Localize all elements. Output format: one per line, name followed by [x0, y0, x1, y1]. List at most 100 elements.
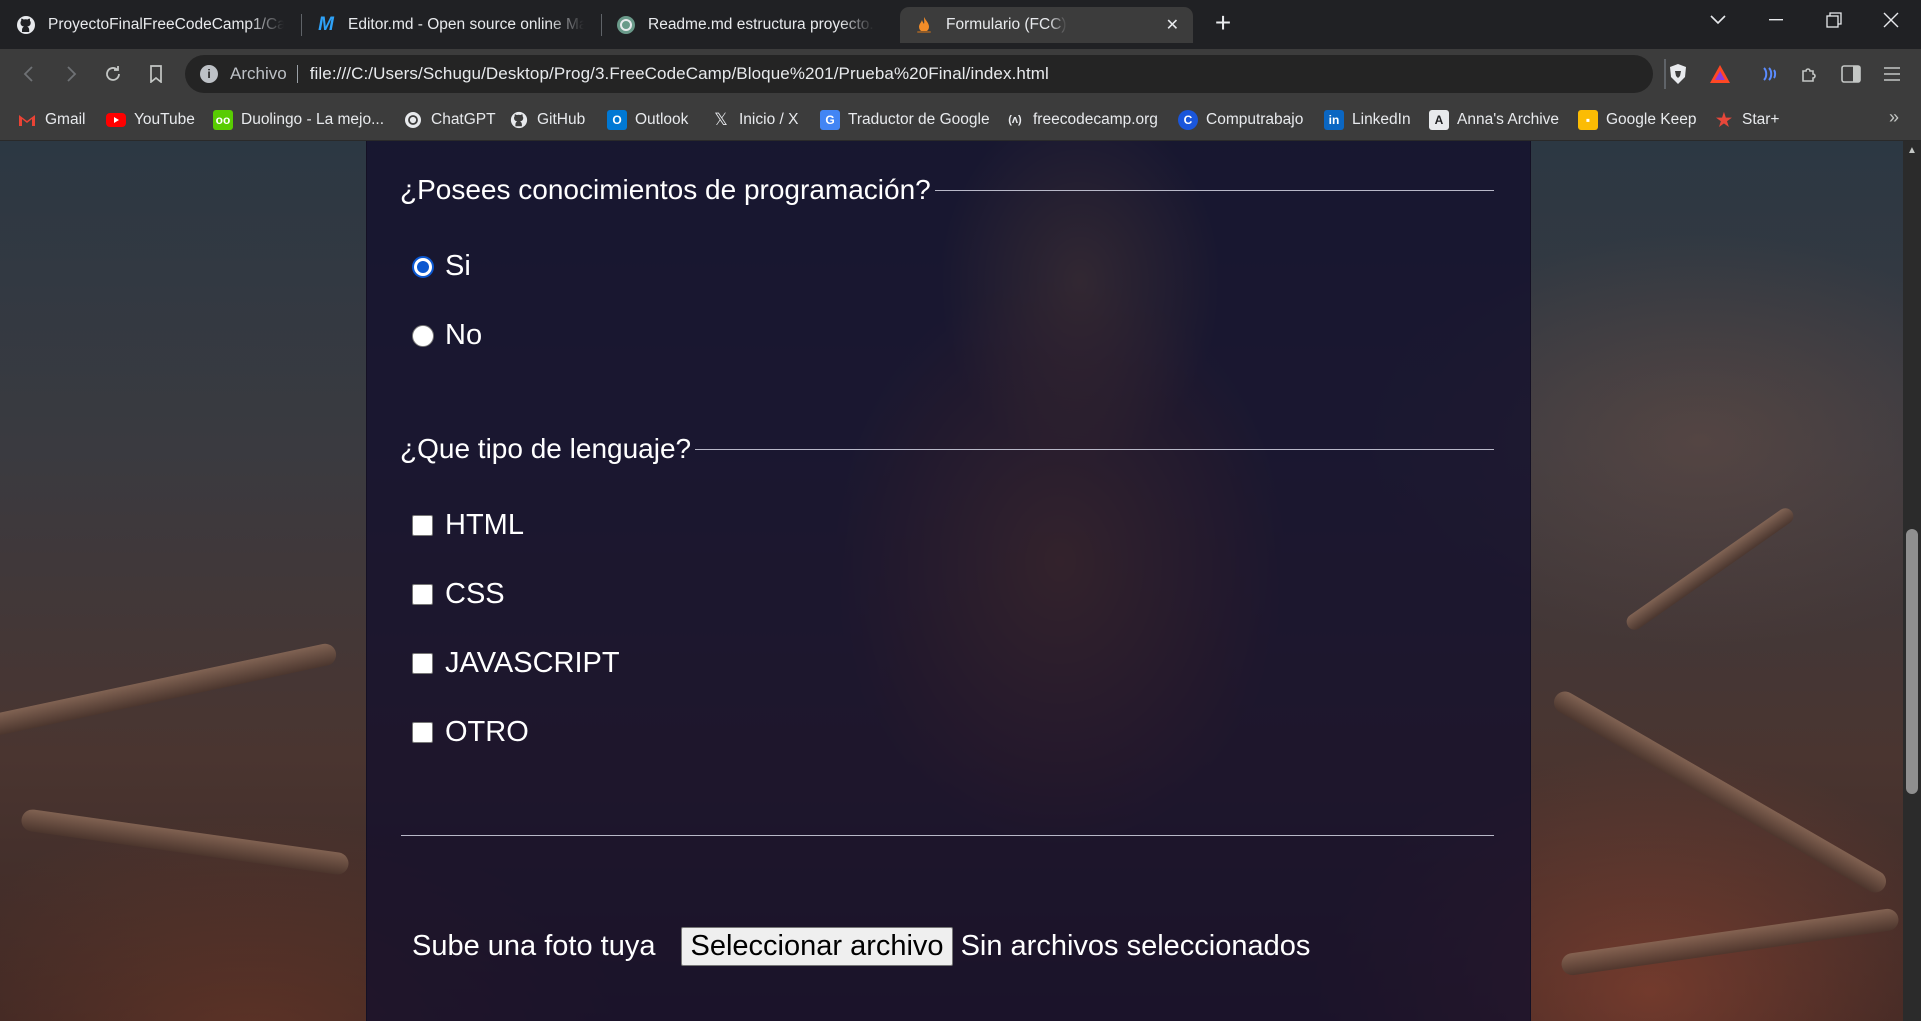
github-icon	[16, 15, 36, 35]
tab-search-icon[interactable]	[1690, 0, 1746, 40]
bookmark-google-translate[interactable]: G Traductor de Google	[820, 107, 990, 133]
brave-rewards-icon[interactable]	[1707, 61, 1733, 87]
checkbox-label-css: CSS	[445, 578, 505, 610]
bookmark-google-keep[interactable]: ▪ Google Keep	[1578, 107, 1697, 133]
google-translate-icon: G	[820, 110, 840, 130]
checkbox-option-css[interactable]: CSS	[412, 578, 505, 611]
chatgpt-icon	[403, 110, 423, 130]
tab-title: ProyectoFinalFreeCodeCamp1/Captu	[48, 16, 284, 33]
tab-formulario-active[interactable]: Formulario (FCC) ✕	[900, 7, 1193, 43]
section-divider	[401, 835, 1494, 836]
bookmark-computrabajo[interactable]: C Computrabajo	[1178, 107, 1303, 133]
checkbox-html[interactable]	[412, 515, 433, 536]
checkbox-option-javascript[interactable]: JAVASCRIPT	[412, 647, 620, 680]
toolbar: i Archivo file:///C:/Users/Schugu/Deskto…	[0, 49, 1921, 99]
radio-option-si[interactable]: Si	[412, 250, 471, 283]
restore-icon[interactable]	[1806, 0, 1862, 40]
programming-question: ¿Posees conocimientos de programación?	[400, 174, 931, 205]
background-log	[0, 641, 339, 743]
computrabajo-icon: C	[1178, 110, 1198, 130]
bookmark-label: Gmail	[45, 111, 86, 128]
radio-label-si: Si	[445, 250, 471, 282]
bookmark-star-plus[interactable]: ★ Star+	[1714, 107, 1780, 133]
checkbox-option-html[interactable]: HTML	[412, 509, 524, 542]
url-text[interactable]: file:///C:/Users/Schugu/Desktop/Prog/3.F…	[310, 64, 1049, 84]
bookmark-label: LinkedIn	[1352, 111, 1411, 128]
address-bar[interactable]: i Archivo file:///C:/Users/Schugu/Deskto…	[185, 55, 1653, 93]
checkbox-css[interactable]	[412, 584, 433, 605]
sidebar-icon[interactable]	[1838, 61, 1864, 87]
bookmark-github[interactable]: GitHub	[509, 107, 585, 133]
bookmark-x[interactable]: 𝕏 Inicio / X	[711, 107, 798, 133]
github-icon	[509, 110, 529, 130]
survey-form: ¿Posees conocimientos de programación? S…	[366, 141, 1531, 1021]
close-tab-icon[interactable]: ✕	[1158, 15, 1179, 35]
photo-label: Sube una foto tuya	[412, 930, 656, 962]
bookmark-label: GitHub	[537, 111, 586, 128]
checkbox-label-otro: OTRO	[445, 716, 529, 748]
site-info-icon[interactable]: i	[200, 65, 218, 83]
extensions-icon[interactable]	[1797, 61, 1823, 87]
menu-icon[interactable]	[1879, 61, 1905, 87]
checkbox-javascript[interactable]	[412, 653, 433, 674]
bookmark-linkedin[interactable]: in LinkedIn	[1324, 107, 1411, 133]
bookmark-freecodecamp[interactable]: (ʌ) freecodecamp.org	[1005, 107, 1158, 133]
close-window-icon[interactable]	[1863, 0, 1919, 40]
forward-icon[interactable]	[58, 61, 84, 87]
bookmark-label: Duolingo - La mejo...	[241, 111, 385, 128]
gmail-icon	[17, 110, 37, 130]
background-log	[1560, 907, 1900, 977]
tab-readme[interactable]: Readme.md estructura proyecto.	[602, 7, 898, 43]
bookmark-outlook[interactable]: O Outlook	[607, 107, 688, 133]
tab-title: Editor.md - Open source online Mar	[348, 16, 584, 33]
linkedin-icon: in	[1324, 110, 1344, 130]
scrollbar-thumb[interactable]	[1906, 529, 1918, 794]
scroll-up-icon[interactable]: ▲	[1907, 145, 1917, 156]
bookmark-gmail[interactable]: Gmail	[17, 107, 85, 133]
reload-icon[interactable]	[100, 61, 126, 87]
omnibox-divider	[296, 65, 298, 83]
page-scrollbar[interactable]: ▲	[1903, 141, 1921, 1021]
freecodecamp-icon: (ʌ)	[1008, 114, 1022, 126]
bookmark-icon[interactable]	[143, 61, 169, 87]
google-keep-icon: ▪	[1578, 110, 1598, 130]
more-bookmarks-icon[interactable]: »	[1889, 107, 1899, 128]
radio-option-no[interactable]: No	[412, 319, 482, 352]
chatgpt-icon	[616, 15, 636, 35]
radio-label-no: No	[445, 319, 483, 351]
minimize-icon[interactable]	[1748, 0, 1804, 40]
bookmark-label: Anna's Archive	[1457, 111, 1560, 128]
bookmark-annas-archive[interactable]: A Anna's Archive	[1429, 107, 1559, 133]
annas-archive-icon: A	[1429, 110, 1449, 130]
photo-upload-row: Sube una foto tuya Seleccionar archivo S…	[412, 927, 1310, 966]
radio-no[interactable]	[412, 324, 434, 347]
tab-strip: ProyectoFinalFreeCodeCamp1/Captu M Edito…	[0, 0, 1921, 49]
back-icon[interactable]	[16, 61, 42, 87]
outlook-icon: O	[607, 110, 627, 130]
tab-editor-md[interactable]: M Editor.md - Open source online Mar	[302, 7, 598, 43]
bookmark-label: Google Keep	[1606, 111, 1697, 128]
bookmark-label: Star+	[1742, 111, 1780, 128]
duolingo-icon: oo	[213, 110, 233, 130]
brave-shields-icon[interactable]	[1665, 61, 1691, 87]
choose-file-button[interactable]: Seleccionar archivo	[681, 927, 953, 966]
leo-ai-icon[interactable]	[1756, 61, 1782, 87]
checkbox-option-otro[interactable]: OTRO	[412, 716, 529, 749]
bookmark-chatgpt[interactable]: ChatGPT	[403, 107, 496, 133]
checkbox-label-javascript: JAVASCRIPT	[445, 647, 620, 679]
campfire-icon	[914, 15, 934, 35]
checkbox-label-html: HTML	[445, 509, 524, 541]
tab-title: Readme.md estructura proyecto.	[648, 16, 874, 33]
tab-github[interactable]: ProyectoFinalFreeCodeCamp1/Captu	[2, 7, 298, 43]
new-tab-button[interactable]: +	[1208, 8, 1238, 38]
bookmark-label: ChatGPT	[431, 111, 496, 128]
bookmarks-bar: Gmail YouTube oo Duolingo - La mejo... C…	[0, 99, 1921, 141]
radio-si[interactable]	[412, 255, 434, 278]
checkbox-otro[interactable]	[412, 722, 433, 743]
bookmark-youtube[interactable]: YouTube	[106, 107, 195, 133]
programming-fieldset: ¿Posees conocimientos de programación?	[400, 174, 1494, 324]
page-viewport: ¿Posees conocimientos de programación? S…	[0, 141, 1903, 1021]
bookmark-duolingo[interactable]: oo Duolingo - La mejo...	[213, 107, 384, 133]
file-status: Sin archivos seleccionados	[960, 930, 1311, 962]
bookmark-label: freecodecamp.org	[1033, 111, 1158, 128]
